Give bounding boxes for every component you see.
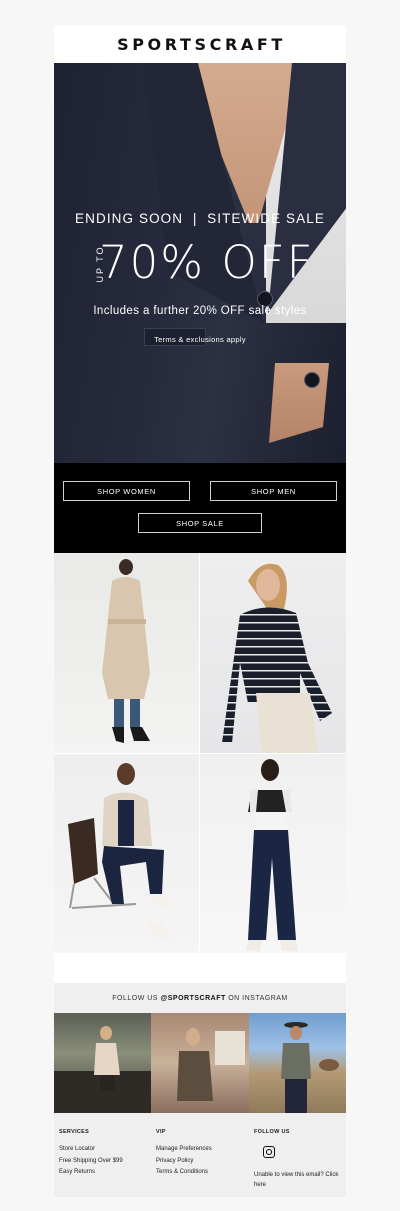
instagram-post-image[interactable] <box>151 1013 249 1113</box>
instagram-post-image[interactable] <box>248 1013 346 1113</box>
store-locator-link[interactable]: Store Locator <box>59 1146 123 1152</box>
hero-terms-link[interactable]: Terms & exclusions apply <box>54 335 346 344</box>
shop-men-button[interactable]: SHOP MEN <box>210 481 337 501</box>
shop-sale-button[interactable]: SHOP SALE <box>138 513 262 533</box>
privacy-policy-link[interactable]: Privacy Policy <box>156 1158 212 1164</box>
email-container: SPORTSCRAFT ENDING SOON | SITEWIDE SALE … <box>54 26 346 1197</box>
footer-follow-heading: FOLLOW US <box>254 1129 290 1135</box>
footer-vip-column: VIP Manage Preferences Privacy Policy Te… <box>156 1129 212 1181</box>
hero-banner[interactable]: ENDING SOON | SITEWIDE SALE UP TO 70% OF… <box>54 63 346 463</box>
view-in-browser-link[interactable]: Unable to view this email? Click here <box>254 1171 342 1190</box>
instagram-post-image[interactable] <box>54 1013 152 1113</box>
product-image-knit-jacket[interactable] <box>54 753 200 953</box>
knit-jacket-figure <box>68 763 176 942</box>
instagram-icon[interactable] <box>263 1146 275 1158</box>
instagram-handle[interactable]: @SPORTSCRAFT <box>160 995 225 1002</box>
hero-headline: ENDING SOON | SITEWIDE SALE <box>75 211 325 226</box>
easy-returns-link[interactable]: Easy Returns <box>59 1169 123 1175</box>
manage-preferences-link[interactable]: Manage Preferences <box>156 1146 212 1152</box>
instagram-follow-heading[interactable]: FOLLOW US @SPORTSCRAFT ON INSTAGRAM <box>54 983 346 1013</box>
follow-suffix: ON INSTAGRAM <box>225 994 288 1002</box>
instagram-post-2-photo <box>177 1028 246 1101</box>
terms-conditions-link[interactable]: Terms & Conditions <box>156 1169 212 1175</box>
follow-prefix: FOLLOW US <box>112 994 161 1002</box>
product-image-wide-leg-pant[interactable] <box>200 753 346 953</box>
shop-women-button[interactable]: SHOP WOMEN <box>63 481 190 501</box>
footer-services-column: SERVICES Store Locator Free Shipping Ove… <box>59 1129 123 1181</box>
footer-vip-heading: VIP <box>156 1129 166 1135</box>
instagram-post-3-photo <box>280 1022 339 1113</box>
hero-discount: 70% OFF <box>99 236 315 289</box>
spacer <box>54 953 346 983</box>
free-shipping-link[interactable]: Free Shipping Over $99 <box>59 1158 123 1164</box>
product-grid <box>54 553 346 953</box>
hero-model-waist <box>269 363 329 443</box>
product-image-trench-coat[interactable] <box>54 553 200 753</box>
brand-logo[interactable]: SPORTSCRAFT <box>117 35 286 54</box>
product-image-striped-top[interactable] <box>200 553 346 753</box>
footer: SERVICES Store Locator Free Shipping Ove… <box>54 1113 346 1197</box>
hero-jacket-button <box>304 372 320 388</box>
wide-leg-pant-figure <box>246 759 298 952</box>
footer-follow-column: FOLLOW US Unable to view this email? Cli… <box>254 1129 342 1190</box>
trench-coat-figure <box>102 559 150 743</box>
hero-subline: Includes a further 20% OFF sale styles <box>93 305 307 317</box>
cta-block: SHOP WOMEN SHOP MEN SHOP SALE <box>54 463 346 553</box>
footer-services-heading: SERVICES <box>59 1129 90 1135</box>
instagram-post-1-photo <box>54 1026 151 1113</box>
striped-top-figure <box>222 563 332 753</box>
instagram-gallery <box>54 1013 346 1113</box>
header: SPORTSCRAFT <box>54 26 346 63</box>
